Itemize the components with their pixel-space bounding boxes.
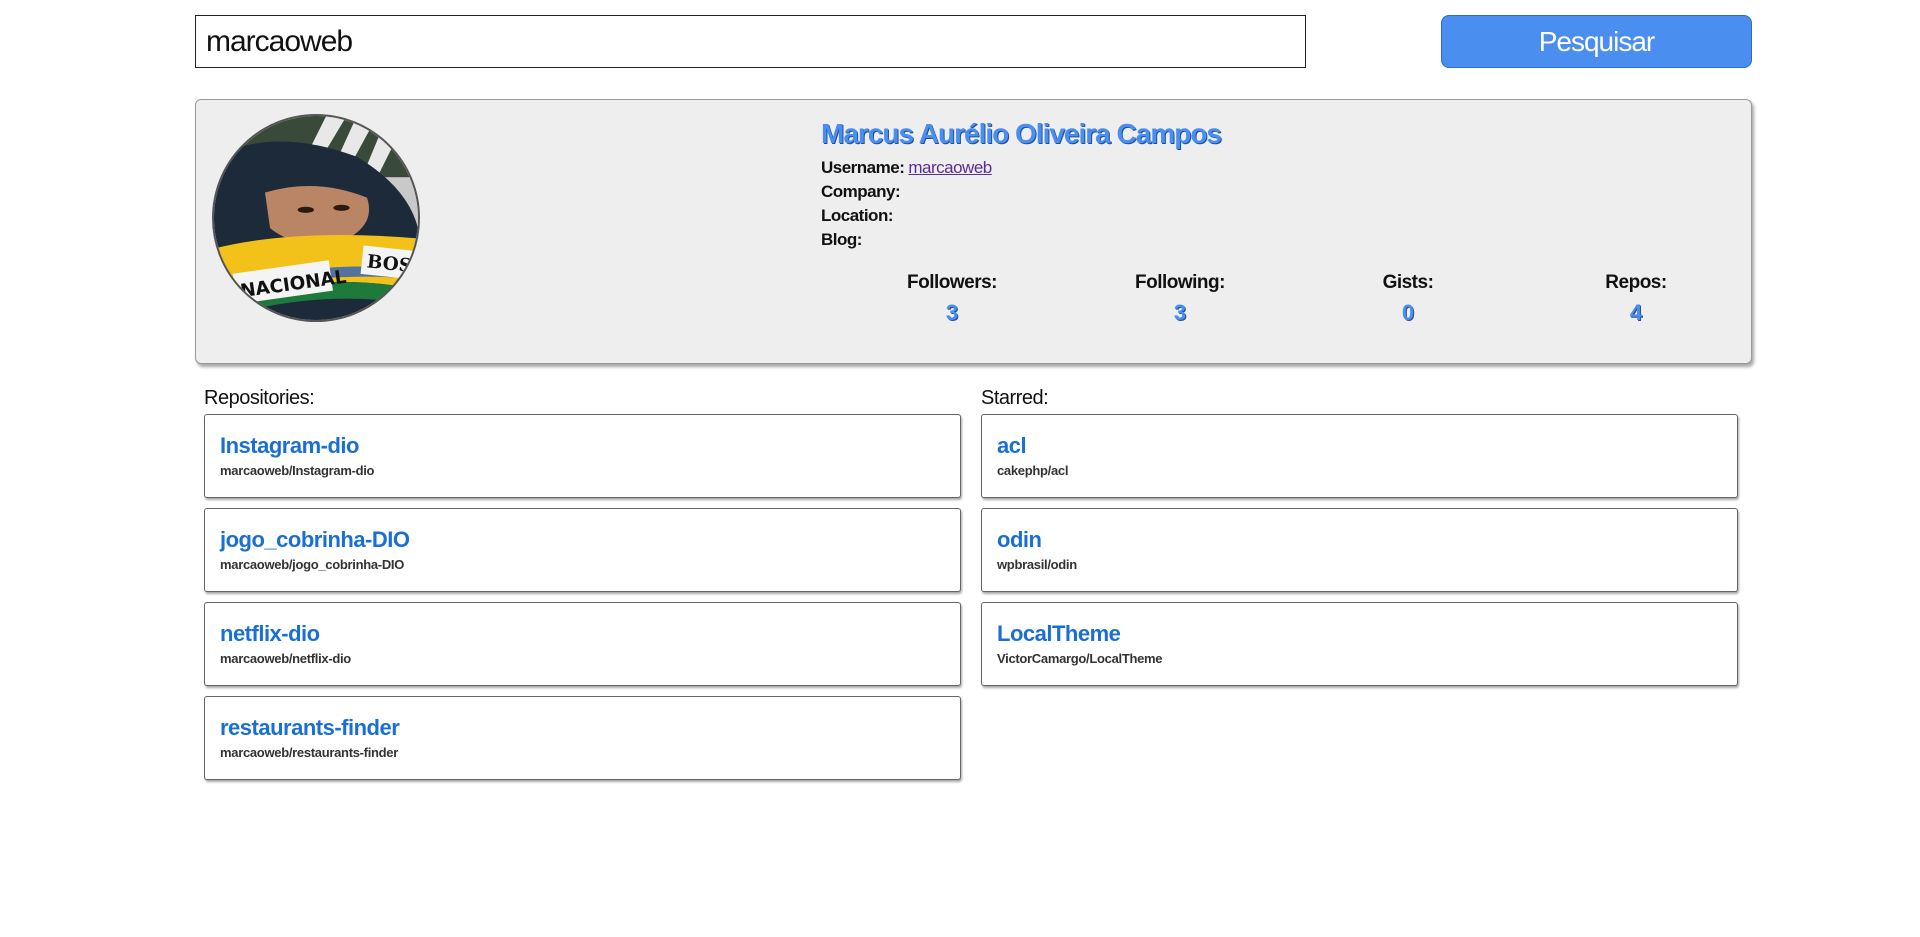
search-button[interactable]: Pesquisar: [1441, 15, 1752, 68]
username-row: Username: marcaoweb: [821, 156, 1721, 180]
username-link[interactable]: marcaoweb: [908, 158, 992, 177]
avatar: NACIONAL BOSS: [212, 114, 420, 322]
repo-full-name: VictorCamargo/LocalTheme: [997, 651, 1163, 666]
repo-full-name: wpbrasil/odin: [997, 557, 1077, 572]
blog-row: Blog:: [821, 228, 1721, 252]
avatar-image: NACIONAL BOSS: [214, 116, 418, 320]
repo-name-link[interactable]: odin: [997, 527, 1042, 553]
stat-following: Following: 3: [1080, 272, 1280, 326]
repo-full-name: marcaoweb/restaurants-finder: [220, 745, 398, 760]
stat-value: 0: [1401, 300, 1415, 325]
company-row: Company:: [821, 180, 1721, 204]
repo-name-link[interactable]: acl: [997, 433, 1027, 459]
list-item[interactable]: odin wpbrasil/odin: [981, 508, 1738, 592]
stat-gists: Gists: 0: [1308, 272, 1508, 326]
stat-followers: Followers: 3: [852, 272, 1052, 326]
list-item[interactable]: restaurants-finder marcaoweb/restaurants…: [204, 696, 961, 780]
repositories-title: Repositories:: [204, 387, 315, 409]
stat-label: Gists:: [1382, 272, 1434, 293]
stat-label: Repos:: [1605, 272, 1667, 293]
list-item[interactable]: netflix-dio marcaoweb/netflix-dio: [204, 602, 961, 686]
list-item[interactable]: jogo_cobrinha-DIO marcaoweb/jogo_cobrinh…: [204, 508, 961, 592]
repo-full-name: marcaoweb/Instagram-dio: [220, 463, 375, 478]
starred-title: Starred:: [981, 387, 1049, 409]
repo-name-link[interactable]: netflix-dio: [220, 621, 320, 647]
profile-name: Marcus Aurélio Oliveira Campos: [821, 118, 1222, 149]
blog-label: Blog:: [821, 230, 862, 249]
username-label: Username:: [821, 158, 905, 177]
stat-value: 3: [1173, 300, 1187, 325]
list-item[interactable]: LocalTheme VictorCamargo/LocalTheme: [981, 602, 1738, 686]
profile-card: NACIONAL BOSS Marcus Aurélio Oliveira Ca…: [195, 99, 1752, 364]
company-label: Company:: [821, 182, 901, 201]
stat-label: Following:: [1135, 272, 1225, 293]
search-input[interactable]: [195, 15, 1306, 68]
repositories-list: Instagram-dio marcaoweb/Instagram-dio jo…: [204, 414, 961, 790]
list-item[interactable]: Instagram-dio marcaoweb/Instagram-dio: [204, 414, 961, 498]
repo-full-name: marcaoweb/jogo_cobrinha-DIO: [220, 557, 405, 572]
repo-name-link[interactable]: LocalTheme: [997, 621, 1121, 647]
list-item[interactable]: acl cakephp/acl: [981, 414, 1738, 498]
repo-name-link[interactable]: restaurants-finder: [220, 715, 400, 741]
stat-value: 4: [1629, 300, 1643, 325]
repo-name-link[interactable]: jogo_cobrinha-DIO: [220, 527, 410, 553]
stat-label: Followers:: [906, 272, 998, 293]
profile-stats: Followers: 3 Following: 3 Gists: 0 Repos…: [821, 272, 1735, 342]
repo-full-name: cakephp/acl: [997, 463, 1069, 478]
profile-info: Marcus Aurélio Oliveira Campos Username:…: [821, 118, 1721, 252]
repo-name-link[interactable]: Instagram-dio: [220, 433, 359, 459]
stat-value: 3: [945, 300, 959, 325]
profile-details: Username: marcaoweb Company: Location: Bl…: [821, 156, 1721, 252]
stat-repos: Repos: 4: [1536, 272, 1736, 326]
page: Pesquisar: [0, 0, 1920, 937]
repo-full-name: marcaoweb/netflix-dio: [220, 651, 351, 666]
location-label: Location:: [821, 206, 894, 225]
starred-list: acl cakephp/acl odin wpbrasil/odin Local…: [981, 414, 1738, 696]
location-row: Location:: [821, 204, 1721, 228]
